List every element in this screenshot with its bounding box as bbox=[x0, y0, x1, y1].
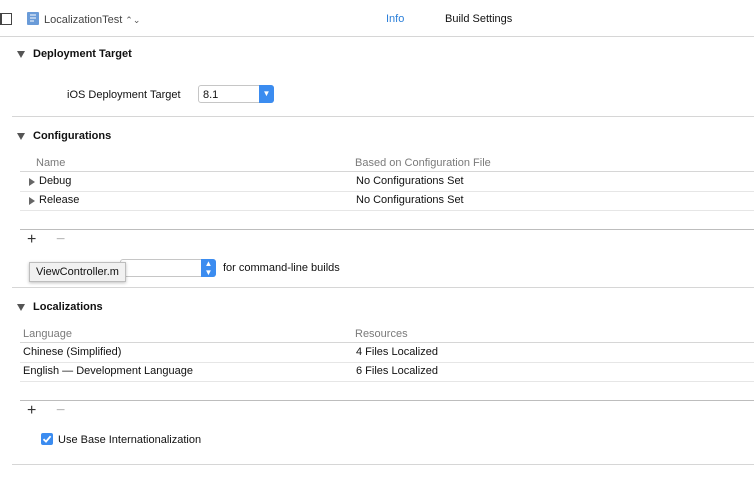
table-bottom-border bbox=[20, 400, 754, 401]
config-file: No Configurations Set bbox=[356, 194, 464, 206]
disclosure-triangle-icon[interactable] bbox=[17, 51, 25, 58]
base-i18n-label[interactable]: Use Base Internationalization bbox=[58, 434, 201, 446]
base-i18n-checkbox[interactable] bbox=[41, 433, 53, 445]
config-name: Debug bbox=[39, 175, 72, 187]
table-row[interactable]: Chinese (Simplified) 4 Files Localized bbox=[20, 343, 754, 362]
deployment-target-value: 8.1 bbox=[203, 89, 219, 101]
deployment-target-label: iOS Deployment Target bbox=[67, 89, 181, 101]
column-header-config-file[interactable]: Based on Configuration File bbox=[355, 157, 491, 169]
configurations-section-title: Configurations bbox=[33, 130, 112, 142]
row-divider bbox=[20, 210, 754, 211]
remove-localization-button[interactable]: − bbox=[56, 403, 65, 419]
checkmark-icon bbox=[42, 435, 52, 443]
chevron-down-icon: ▼ bbox=[259, 85, 274, 103]
disclosure-triangle-icon[interactable] bbox=[17, 133, 25, 140]
table-row[interactable]: Debug No Configurations Set bbox=[20, 172, 754, 191]
deployment-section-title: Deployment Target bbox=[33, 48, 132, 60]
editor-toggle-icon[interactable] bbox=[0, 13, 12, 25]
deployment-target-select[interactable]: 8.1 ▼ bbox=[198, 85, 274, 103]
chevron-updown-icon: ⌃⌄ bbox=[125, 14, 141, 25]
tooltip-text: ViewController.m bbox=[36, 266, 119, 278]
column-header-language[interactable]: Language bbox=[23, 328, 72, 340]
add-configuration-button[interactable]: + bbox=[27, 232, 36, 248]
project-icon bbox=[27, 12, 39, 25]
language-resources: 6 Files Localized bbox=[356, 365, 438, 377]
remove-configuration-button[interactable]: − bbox=[56, 232, 65, 248]
table-bottom-border bbox=[20, 229, 754, 230]
add-localization-button[interactable]: + bbox=[27, 403, 36, 419]
column-header-name[interactable]: Name bbox=[36, 157, 65, 169]
project-selector[interactable]: LocalizationTest ⌃⌄ bbox=[44, 13, 140, 27]
disclosure-right-icon[interactable] bbox=[29, 178, 35, 186]
table-row[interactable]: Release No Configurations Set bbox=[20, 191, 754, 210]
divider bbox=[12, 287, 754, 288]
localizations-section-title: Localizations bbox=[33, 301, 103, 313]
tooltip: ViewController.m bbox=[29, 262, 126, 282]
cmdline-config-select[interactable]: ▲ ▼ bbox=[120, 259, 216, 277]
config-file: No Configurations Set bbox=[356, 175, 464, 187]
config-name: Release bbox=[39, 194, 80, 206]
divider bbox=[12, 116, 754, 117]
chevron-updown-icon: ▲ ▼ bbox=[201, 259, 216, 277]
row-divider bbox=[20, 381, 754, 382]
language-name: English — Development Language bbox=[23, 365, 194, 377]
project-name: LocalizationTest bbox=[44, 14, 123, 26]
disclosure-triangle-icon[interactable] bbox=[17, 304, 25, 311]
tab-info[interactable]: Info bbox=[386, 13, 404, 25]
divider bbox=[12, 464, 754, 465]
disclosure-right-icon[interactable] bbox=[29, 197, 35, 205]
tab-build-settings[interactable]: Build Settings bbox=[445, 13, 512, 25]
table-row[interactable]: English — Development Language 6 Files L… bbox=[20, 362, 754, 381]
language-resources: 4 Files Localized bbox=[356, 346, 438, 358]
language-name: Chinese (Simplified) bbox=[23, 346, 122, 358]
cmdline-builds-label: for command-line builds bbox=[223, 262, 340, 274]
column-header-resources[interactable]: Resources bbox=[355, 328, 408, 340]
